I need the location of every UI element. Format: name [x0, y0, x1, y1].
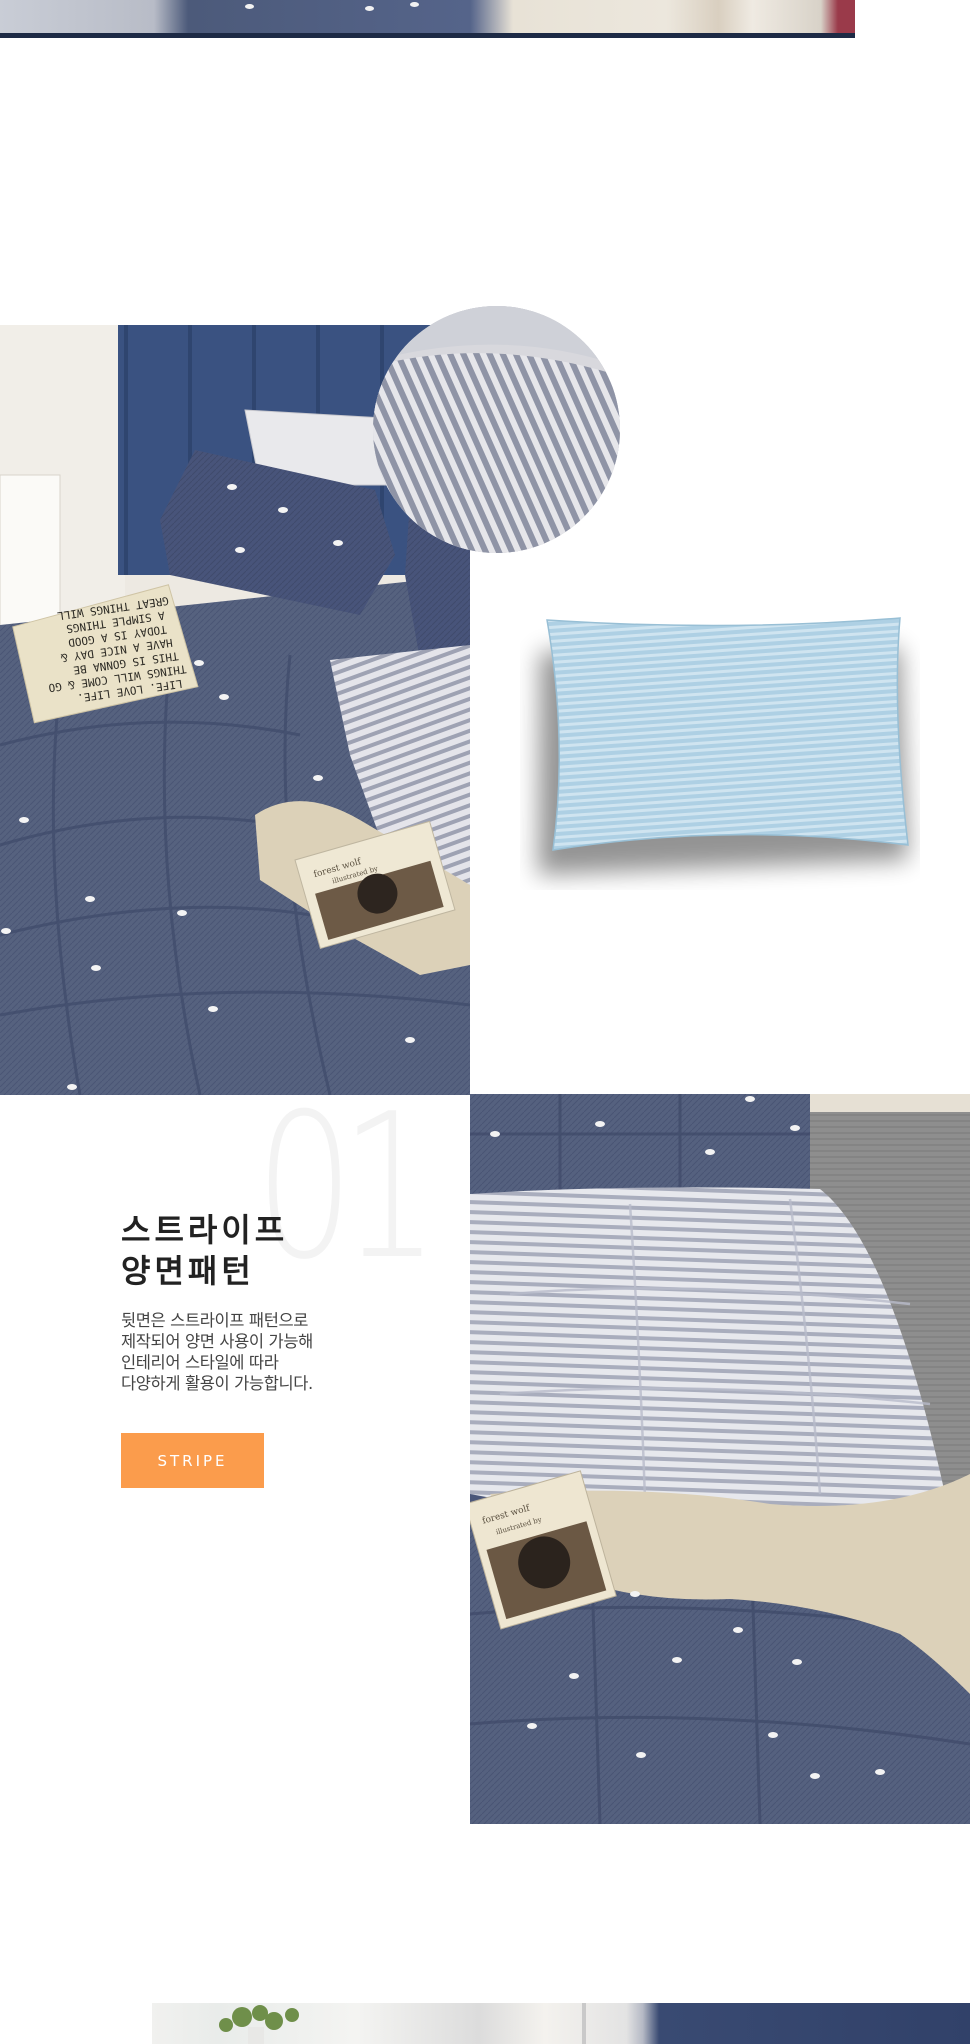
description-line: 인테리어 스타일에 따라 — [121, 1353, 279, 1372]
stripe-button[interactable]: STRIPE — [121, 1433, 264, 1488]
next-photo-preview — [219, 2003, 586, 2044]
description-line: 뒷면은 스트라이프 패턴으로 — [121, 1311, 309, 1330]
bunny-motif — [365, 6, 374, 11]
pillow-photo — [520, 600, 920, 890]
folded-comforter-illustration: forest wolf illustrated by — [470, 1094, 970, 1824]
stripe-closeup — [373, 306, 620, 553]
folded-comforter-photo: forest wolf illustrated by — [470, 1094, 970, 1824]
bunny-motif — [410, 2, 419, 7]
divider-line — [0, 33, 855, 38]
description-line: 다양하게 활용이 가능합니다. — [121, 1374, 313, 1393]
bunny-motif — [245, 4, 254, 9]
title-line: 스트라이프 — [121, 1211, 289, 1249]
section-title: 스트라이프 양면패턴 — [121, 1210, 288, 1292]
description-line: 제작되어 양면 사용이 가능해 — [121, 1332, 313, 1351]
title-line: 양면패턴 — [121, 1252, 255, 1290]
bottom-photo-strip — [152, 2003, 970, 2044]
top-photo-strip — [0, 0, 855, 38]
stripe-detail-circle — [373, 306, 620, 553]
pillow-illustration — [538, 617, 909, 875]
section-description: 뒷면은 스트라이프 패턴으로 제작되어 양면 사용이 가능해 인테리어 스타일에… — [121, 1310, 313, 1394]
